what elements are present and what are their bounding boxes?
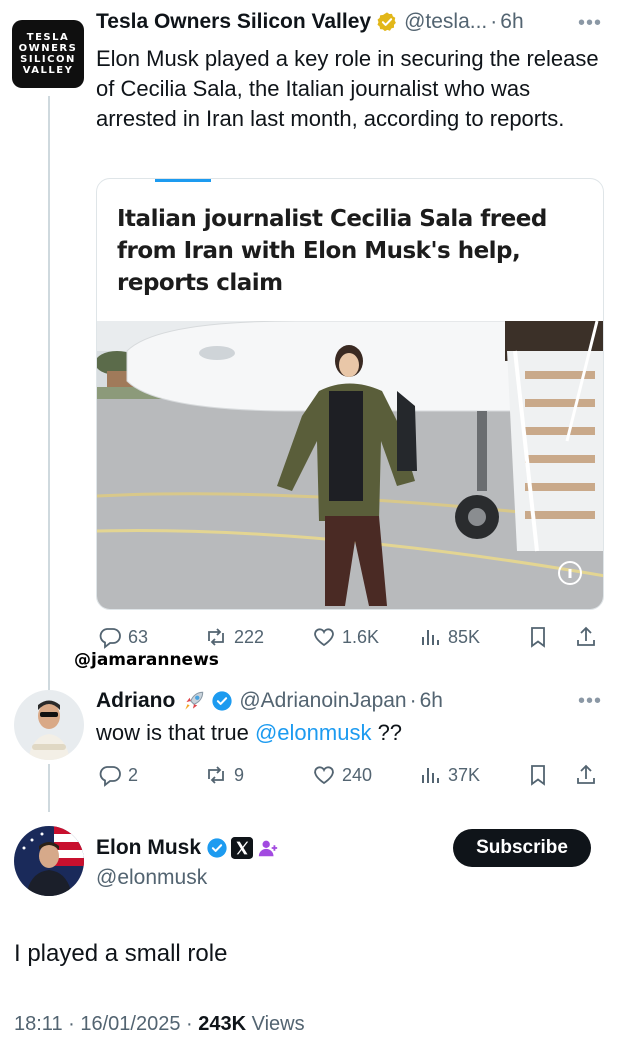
views-button[interactable]: 37K xyxy=(418,760,480,790)
more-icon[interactable]: ••• xyxy=(578,690,602,713)
like-icon xyxy=(314,766,334,785)
author-name[interactable]: Adriano xyxy=(96,689,175,713)
reply-button[interactable]: 63 xyxy=(98,622,148,652)
share-button[interactable] xyxy=(574,760,598,790)
thread-line-2 xyxy=(48,764,50,812)
tweet-time[interactable]: 6h xyxy=(500,10,523,34)
repost-button[interactable]: 9 xyxy=(204,760,244,790)
mention-link[interactable]: @elonmusk xyxy=(255,720,372,745)
tweet-date[interactable]: 16/01/2025 xyxy=(80,1013,180,1035)
adriano-avatar[interactable] xyxy=(14,690,84,760)
author-handle[interactable]: @AdrianoinJapan xyxy=(239,689,406,713)
author-handle[interactable]: @tesla... xyxy=(404,10,487,34)
views-label: Views xyxy=(251,1013,305,1035)
x-logo-icon xyxy=(231,837,254,859)
tweet1-actions: 63 222 1.6K 85K xyxy=(96,622,606,652)
bookmark-button[interactable] xyxy=(526,760,550,790)
more-icon[interactable]: ••• xyxy=(578,12,602,35)
bookmark-icon xyxy=(531,627,545,648)
like-button[interactable]: 240 xyxy=(312,760,372,790)
repost-icon xyxy=(208,766,224,784)
tweet3-header: Elon Musk xyxy=(96,836,279,860)
author-name[interactable]: Tesla Owners Silicon Valley xyxy=(96,10,371,34)
tweet-meta: 18:11 · 16/01/2025 · 243K Views xyxy=(14,1013,305,1035)
share-button[interactable] xyxy=(574,622,598,652)
tweet1-text: Elon Musk played a key role in securing … xyxy=(96,46,599,131)
views-count: 243K xyxy=(198,1013,247,1035)
elon-musk-avatar[interactable] xyxy=(14,826,84,896)
reply-icon xyxy=(99,628,121,649)
like-button[interactable]: 1.6K xyxy=(312,622,379,652)
views-icon xyxy=(422,630,439,645)
views-icon xyxy=(422,768,439,783)
repost-button[interactable]: 222 xyxy=(204,622,264,652)
tweet-time[interactable]: 6h xyxy=(420,689,443,713)
share-icon xyxy=(577,626,595,646)
tweet2-actions: 2 9 240 37K xyxy=(96,760,606,790)
like-icon xyxy=(314,628,334,647)
reply-icon xyxy=(99,766,121,787)
subscribe-button[interactable]: Subscribe xyxy=(453,829,591,867)
tweet2-text: wow is that true @elonmusk ?? xyxy=(96,720,403,745)
tweet1-header: Tesla Owners Silicon Valley @tesla... · … xyxy=(96,10,524,34)
repost-icon xyxy=(208,628,224,646)
rocket-icon xyxy=(185,691,204,710)
article-photo xyxy=(97,321,603,609)
share-icon xyxy=(577,764,595,784)
bookmark-button[interactable] xyxy=(526,622,550,652)
reply-button[interactable]: 2 xyxy=(98,760,138,790)
tesla-owners-avatar[interactable]: TESLA OWNERS SILICON VALLEY xyxy=(12,20,84,88)
views-button[interactable]: 85K xyxy=(418,622,480,652)
tweet3-text: I played a small role xyxy=(14,940,228,967)
author-handle[interactable]: @elonmusk xyxy=(96,866,207,890)
author-name[interactable]: Elon Musk xyxy=(96,836,201,860)
person-plus-icon xyxy=(258,840,278,857)
watermark: @jamarannews xyxy=(74,650,219,670)
tweet-time[interactable]: 18:11 xyxy=(14,1013,63,1035)
card-headline: Italian journalist Cecilia Sala freed fr… xyxy=(117,206,547,296)
link-card[interactable]: Italian journalist Cecilia Sala freed fr… xyxy=(96,178,604,610)
verified-badge-icon xyxy=(377,12,396,32)
verified-badge-icon xyxy=(207,838,227,858)
verified-badge-icon xyxy=(212,691,232,711)
bookmark-icon xyxy=(531,765,545,786)
tweet2-header: Adriano @AdrianoinJapan · 6h xyxy=(96,689,443,713)
thread-line-1 xyxy=(48,96,50,692)
